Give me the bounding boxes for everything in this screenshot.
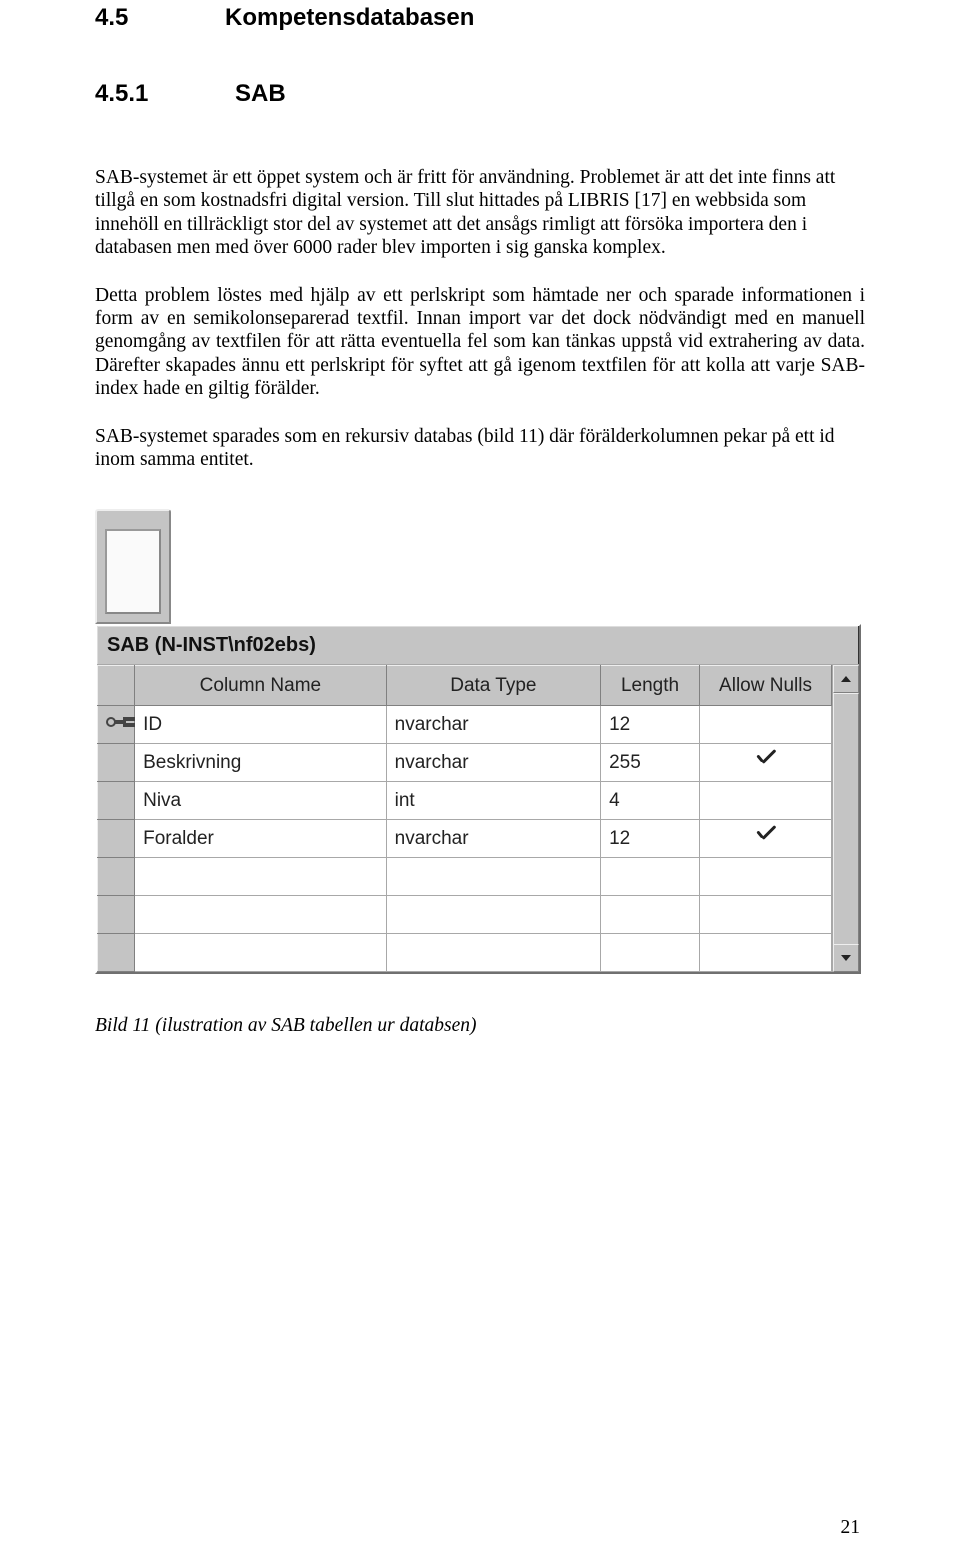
cell-allow-nulls[interactable] xyxy=(700,820,832,858)
table-row-empty xyxy=(98,934,832,972)
table-row: Nivaint4 xyxy=(98,782,832,820)
cell-column-name[interactable]: Niva xyxy=(135,782,387,820)
body-paragraph: SAB-systemet sparades som en rekursiv da… xyxy=(95,425,865,472)
cell-length[interactable]: 12 xyxy=(601,706,700,744)
cell-column-name[interactable]: Beskrivning xyxy=(135,744,387,782)
table-row: Beskrivningnvarchar255 xyxy=(98,744,832,782)
db-title-bar: SAB (N-INST\nf02ebs) xyxy=(97,626,859,665)
body-paragraph: Detta problem löstes med hjälp av ett pe… xyxy=(95,284,865,401)
row-handle[interactable] xyxy=(98,744,135,782)
cell-length[interactable]: 12 xyxy=(601,820,700,858)
table-row: Foraldernvarchar12 xyxy=(98,820,832,858)
cell-length[interactable]: 255 xyxy=(601,744,700,782)
table-row: IDnvarchar12 xyxy=(98,706,832,744)
section-title: Kompetensdatabasen xyxy=(225,4,474,31)
cell-data-type[interactable]: nvarchar xyxy=(386,744,600,782)
cell-data-type[interactable]: nvarchar xyxy=(386,820,600,858)
grid-header-allow-nulls: Allow Nulls xyxy=(700,666,832,706)
page-number: 21 xyxy=(841,1517,861,1539)
cell-allow-nulls[interactable] xyxy=(700,744,832,782)
grid-header-length: Length xyxy=(601,666,700,706)
scroll-track[interactable] xyxy=(833,693,859,944)
db-illustration: SAB (N-INST\nf02ebs) Column Name Data Ty… xyxy=(95,509,865,974)
db-title-text: SAB (N-INST\nf02ebs) xyxy=(107,634,316,657)
db-relationship-handle-icon xyxy=(95,509,171,624)
db-table-designer: SAB (N-INST\nf02ebs) Column Name Data Ty… xyxy=(95,624,861,974)
scroll-up-button[interactable] xyxy=(833,665,859,693)
body-paragraph: SAB-systemet är ett öppet system och är … xyxy=(95,166,865,260)
cell-length[interactable]: 4 xyxy=(601,782,700,820)
cell-data-type[interactable]: int xyxy=(386,782,600,820)
cell-data-type[interactable]: nvarchar xyxy=(386,706,600,744)
row-handle[interactable] xyxy=(98,896,135,934)
row-handle[interactable] xyxy=(98,858,135,896)
row-handle[interactable] xyxy=(98,706,135,744)
section-heading: 4.5Kompetensdatabasen xyxy=(95,0,865,32)
check-icon xyxy=(754,828,778,844)
vertical-scrollbar[interactable] xyxy=(832,665,859,972)
chevron-down-icon xyxy=(841,955,851,961)
grid-header-column-name: Column Name xyxy=(135,666,387,706)
chevron-up-icon xyxy=(841,676,851,682)
grid-header-data-type: Data Type xyxy=(386,666,600,706)
cell-allow-nulls[interactable] xyxy=(700,782,832,820)
cell-column-name[interactable]: ID xyxy=(135,706,387,744)
grid-header-row: Column Name Data Type Length Allow Nulls xyxy=(98,666,832,706)
db-columns-grid: Column Name Data Type Length Allow Nulls… xyxy=(97,665,832,972)
row-handle[interactable] xyxy=(98,782,135,820)
scroll-thumb[interactable] xyxy=(833,693,859,946)
figure-caption: Bild 11 (ilustration av SAB tabellen ur … xyxy=(95,1014,865,1037)
table-row-empty xyxy=(98,858,832,896)
row-handle[interactable] xyxy=(98,820,135,858)
subsection-title: SAB xyxy=(235,80,286,107)
subsection-number: 4.5.1 xyxy=(95,80,235,108)
scroll-down-button[interactable] xyxy=(833,944,859,972)
grid-header-handle xyxy=(98,666,135,706)
cell-allow-nulls[interactable] xyxy=(700,706,832,744)
table-row-empty xyxy=(98,896,832,934)
subsection-heading: 4.5.1SAB xyxy=(95,80,865,108)
section-number: 4.5 xyxy=(95,4,225,32)
check-icon xyxy=(754,752,778,768)
cell-column-name[interactable]: Foralder xyxy=(135,820,387,858)
primary-key-icon xyxy=(106,714,126,730)
row-handle[interactable] xyxy=(98,934,135,972)
